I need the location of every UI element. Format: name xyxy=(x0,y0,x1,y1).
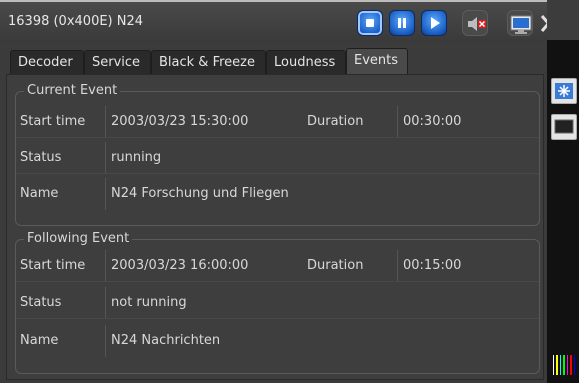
monitor-button[interactable] xyxy=(507,10,533,36)
color-bars-icon xyxy=(553,355,575,375)
side-settings-button[interactable] xyxy=(551,78,577,104)
side-screen-button[interactable] xyxy=(551,114,577,140)
status-label: Status xyxy=(20,150,62,165)
group-title-current-event: Current Event xyxy=(24,83,121,98)
following-start-time-value: 2003/03/23 16:00:00 xyxy=(105,250,248,282)
stop-button[interactable] xyxy=(357,10,383,36)
current-status-value: running xyxy=(105,142,161,174)
stop-icon xyxy=(358,11,382,35)
tab-loudness[interactable]: Loudness xyxy=(266,50,346,74)
current-event-group: Current Event Start time 2003/03/23 15:3… xyxy=(15,83,540,226)
row-divider xyxy=(16,137,539,138)
mute-button[interactable] xyxy=(462,10,488,36)
pause-icon xyxy=(390,11,414,35)
current-duration-value: 00:30:00 xyxy=(397,106,461,138)
side-toolbar xyxy=(547,0,579,40)
tab-events[interactable]: Events xyxy=(346,48,408,74)
following-duration-value: 00:15:00 xyxy=(397,250,461,282)
duration-label: Duration xyxy=(307,114,364,129)
speaker-muted-icon xyxy=(468,17,486,31)
name-label: Name xyxy=(20,333,59,348)
following-start-time-row: Start time 2003/03/23 16:00:00 Duration … xyxy=(16,250,539,282)
tab-service[interactable]: Service xyxy=(84,50,151,74)
row-divider xyxy=(16,318,539,319)
group-title-following-event: Following Event xyxy=(24,231,133,246)
side-panel xyxy=(547,0,579,383)
status-label: Status xyxy=(20,295,62,310)
title-bar: 16398 (0x400E) N24 xyxy=(0,2,557,42)
current-name-row: Name N24 Forschung und Fliegen xyxy=(16,178,539,210)
play-icon xyxy=(422,11,446,35)
events-window: 16398 (0x400E) N24 Decoder Service Black… xyxy=(0,0,557,383)
following-status-value: not running xyxy=(105,287,187,319)
screen-icon xyxy=(554,119,574,134)
following-status-row: Status not running xyxy=(16,287,539,319)
start-time-label: Start time xyxy=(20,114,86,129)
row-divider xyxy=(16,173,539,174)
current-status-row: Status running xyxy=(16,142,539,174)
following-event-group: Following Event Start time 2003/03/23 16… xyxy=(15,231,540,374)
current-start-time-row: Start time 2003/03/23 15:30:00 Duration … xyxy=(16,106,539,138)
monitor-icon xyxy=(510,15,532,34)
snowflake-icon xyxy=(555,83,573,99)
events-panel: Current Event Start time 2003/03/23 15:3… xyxy=(6,74,544,380)
play-button[interactable] xyxy=(421,10,447,36)
window-title: 16398 (0x400E) N24 xyxy=(8,14,144,29)
current-start-time-value: 2003/03/23 15:30:00 xyxy=(105,106,248,138)
pause-button[interactable] xyxy=(389,10,415,36)
tab-decoder[interactable]: Decoder xyxy=(10,50,84,74)
current-name-value: N24 Forschung und Fliegen xyxy=(105,178,289,210)
following-name-row: Name N24 Nachrichten xyxy=(16,325,539,357)
name-label: Name xyxy=(20,186,59,201)
following-name-value: N24 Nachrichten xyxy=(105,325,220,357)
tab-black-freeze[interactable]: Black & Freeze xyxy=(151,50,266,74)
start-time-label: Start time xyxy=(20,258,86,273)
duration-label: Duration xyxy=(307,258,364,273)
row-divider xyxy=(16,281,539,282)
